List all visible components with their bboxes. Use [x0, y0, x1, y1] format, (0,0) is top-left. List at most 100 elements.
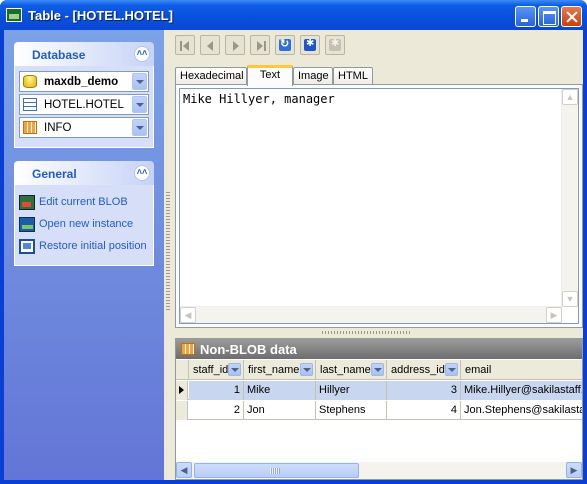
blob-text-editor[interactable]: Mike Hillyer, manager ▲ ▼ ◀ ▶	[179, 88, 579, 324]
grid-icon	[181, 343, 195, 355]
next-record-button[interactable]	[225, 35, 245, 55]
column-header-label: last_name	[320, 364, 371, 376]
task-pane: Database ˄˄ maxdb_demo HOTEL.HOTEL INFO …	[4, 30, 164, 480]
scroll-thumb[interactable]	[194, 463, 359, 478]
last-record-button[interactable]	[250, 35, 270, 55]
splitter-grip	[322, 331, 412, 334]
chevron-up-icon: ˄˄	[136, 48, 148, 58]
edit-current-blob-label: Edit current BLOB	[39, 196, 128, 208]
info-field-icon	[23, 121, 37, 134]
column-header-address-id[interactable]: address_id	[387, 360, 461, 380]
open-new-instance-link[interactable]: Open new instance	[19, 214, 149, 236]
main-panel: Hexadecimal Text Image HTML Mike Hillyer…	[172, 30, 583, 480]
refresh-button[interactable]	[275, 35, 295, 55]
title-bar[interactable]: Table - [HOTEL.HOTEL]	[0, 0, 587, 30]
grid-title: Non-BLOB data	[200, 342, 297, 357]
splitter-grip	[166, 192, 170, 312]
edit-blob-icon	[19, 195, 35, 210]
prior-record-button[interactable]	[200, 35, 220, 55]
general-group-title: General	[32, 167, 77, 181]
apply-button[interactable]	[300, 35, 320, 55]
column-header-label: staff_id	[193, 364, 229, 376]
column-header-label: email	[465, 364, 492, 376]
scroll-left-button[interactable]: ◀	[180, 307, 196, 323]
restore-position-icon	[19, 239, 35, 254]
application-window: Table - [HOTEL.HOTEL] Database ˄˄ maxdb_…	[0, 0, 587, 484]
tab-page: Mike Hillyer, manager ▲ ▼ ◀ ▶	[175, 84, 583, 328]
restore-initial-position-link[interactable]: Restore initial position	[19, 236, 149, 258]
horizontal-splitter[interactable]	[172, 328, 583, 338]
filter-dropdown-icon[interactable]	[300, 363, 313, 376]
tab-text[interactable]: Text	[247, 65, 293, 86]
column-header-label: address_id	[391, 364, 445, 376]
table-select[interactable]: HOTEL.HOTEL	[19, 94, 149, 115]
column-header-label: first_name	[248, 364, 300, 376]
table-row[interactable]: 2 Jon Stephens 4 Jon.Stephens@sakilastaf…	[176, 401, 582, 420]
collapse-database-button[interactable]: ˄˄	[134, 46, 150, 62]
cell-email[interactable]: Jon.Stephens@sakilastaff.com	[461, 401, 582, 420]
minimize-button[interactable]	[515, 6, 536, 27]
grid-header-row: staff_id first_name last_name address_id…	[176, 360, 582, 380]
database-select-value: maxdb_demo	[44, 76, 119, 88]
cancel-button[interactable]	[325, 35, 345, 55]
scroll-up-button[interactable]: ▲	[562, 89, 578, 105]
scroll-down-button[interactable]: ▼	[562, 291, 578, 307]
open-new-instance-label: Open new instance	[39, 218, 134, 230]
new-instance-icon	[19, 217, 35, 232]
cell-email[interactable]: Mike.Hillyer@sakilastaff.com	[461, 381, 582, 400]
row-indicator	[176, 401, 188, 420]
tab-hexadecimal[interactable]: Hexadecimal	[175, 67, 247, 85]
column-header-last-name[interactable]: last_name	[316, 360, 387, 380]
info-select-value: INFO	[44, 122, 72, 134]
column-header-staff-id[interactable]: staff_id	[189, 360, 244, 380]
grid-title-bar: Non-BLOB data	[176, 339, 582, 359]
chevron-down-icon[interactable]	[132, 96, 147, 113]
scroll-left-button[interactable]: ◀	[176, 462, 192, 478]
column-header-first-name[interactable]: first_name	[244, 360, 316, 380]
cell-staff-id[interactable]: 1	[189, 381, 244, 400]
tab-html[interactable]: HTML	[333, 67, 373, 85]
editor-vertical-scrollbar[interactable]: ▲ ▼	[561, 89, 578, 307]
cell-last-name[interactable]: Hillyer	[316, 381, 387, 400]
database-select[interactable]: maxdb_demo	[19, 71, 149, 92]
column-header-email[interactable]: email	[461, 360, 582, 380]
close-button[interactable]	[561, 6, 582, 27]
chevron-down-icon[interactable]	[132, 119, 147, 136]
general-group-header[interactable]: General ˄˄	[14, 161, 154, 185]
table-row[interactable]: 1 Mike Hillyer 3 Mike.Hillyer@sakilastaf…	[176, 381, 582, 400]
general-group: General ˄˄ Edit current BLOB Open new in…	[14, 161, 154, 266]
client-area: Database ˄˄ maxdb_demo HOTEL.HOTEL INFO …	[4, 30, 583, 480]
viewer-tabs: Hexadecimal Text Image HTML	[175, 65, 583, 86]
cell-address-id[interactable]: 3	[387, 381, 461, 400]
database-group-header[interactable]: Database ˄˄	[14, 42, 154, 66]
blob-text-content[interactable]: Mike Hillyer, manager	[183, 92, 335, 106]
chevron-down-icon[interactable]	[132, 73, 147, 90]
grid-horizontal-scrollbar[interactable]: ◀ ▶	[176, 462, 582, 479]
cell-last-name[interactable]: Stephens	[316, 401, 387, 420]
cell-staff-id[interactable]: 2	[189, 401, 244, 420]
non-blob-data-panel: Non-BLOB data staff_id first_name last_n…	[175, 338, 583, 480]
table-icon	[23, 98, 37, 111]
filter-dropdown-icon[interactable]	[371, 363, 384, 376]
cell-first-name[interactable]: Mike	[244, 381, 316, 400]
collapse-general-button[interactable]: ˄˄	[134, 165, 150, 181]
database-icon	[23, 75, 37, 88]
info-select[interactable]: INFO	[19, 117, 149, 138]
scroll-right-button[interactable]: ▶	[566, 462, 582, 478]
scroll-right-button[interactable]: ▶	[546, 307, 562, 323]
current-row-indicator	[176, 381, 188, 400]
database-group-title: Database	[32, 48, 86, 62]
restore-initial-position-label: Restore initial position	[39, 240, 147, 252]
app-icon	[6, 8, 22, 22]
maximize-button[interactable]	[538, 6, 559, 27]
vertical-splitter[interactable]	[164, 30, 172, 480]
editor-horizontal-scrollbar[interactable]: ◀ ▶	[180, 306, 562, 323]
edit-current-blob-link[interactable]: Edit current BLOB	[19, 192, 149, 214]
filter-dropdown-icon[interactable]	[445, 363, 458, 376]
cell-address-id[interactable]: 4	[387, 401, 461, 420]
database-group: Database ˄˄ maxdb_demo HOTEL.HOTEL INFO	[14, 42, 154, 148]
cell-first-name[interactable]: Jon	[244, 401, 316, 420]
first-record-button[interactable]	[175, 35, 195, 55]
tab-image[interactable]: Image	[293, 67, 333, 85]
filter-dropdown-icon[interactable]	[228, 363, 241, 376]
